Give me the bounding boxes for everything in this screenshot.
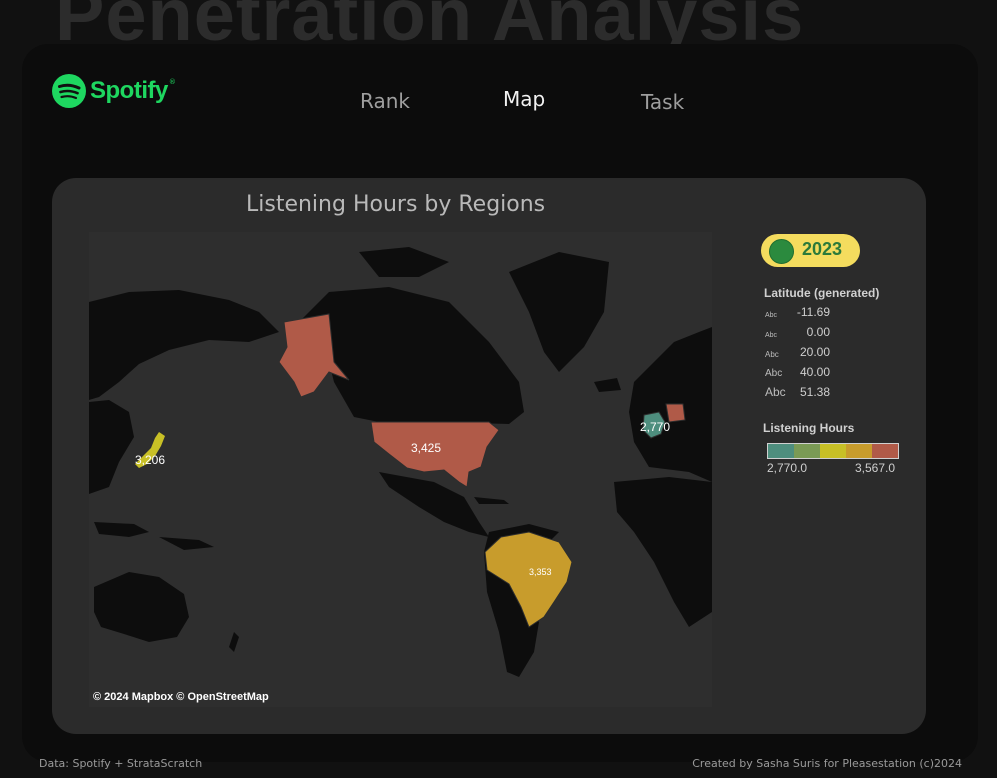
latitude-value: 40.00 <box>799 365 830 379</box>
label-united-states: 3,425 <box>411 441 441 455</box>
latitude-legend-item[interactable]: Abc 51.38 <box>765 385 845 401</box>
year-label: 2023 <box>802 239 843 259</box>
label-germany: 2,770 <box>640 420 670 434</box>
abc-size-glyph: Abc <box>765 332 778 339</box>
spotify-icon <box>52 74 86 108</box>
abc-size-glyph: Abc <box>765 385 786 399</box>
brand-name: Spotify <box>90 77 168 104</box>
latitude-value: 51.38 <box>799 385 830 399</box>
footer-credit: Created by Sasha Suris for Pleasestation… <box>692 757 962 770</box>
latitude-value: -11.69 <box>796 305 830 319</box>
color-step <box>768 444 794 458</box>
abc-size-glyph: Abc <box>765 312 778 319</box>
color-step <box>846 444 872 458</box>
latitude-value: 0.00 <box>806 325 830 339</box>
spotify-logo: Spotify ® <box>52 74 176 108</box>
brand-trademark: ® <box>168 78 176 86</box>
scale-min-label: 2,770.0 <box>767 461 808 475</box>
color-step <box>820 444 846 458</box>
listening-hours-legend-title: Listening Hours <box>763 421 855 435</box>
label-japan: 3,206 <box>135 453 165 467</box>
tab-task[interactable]: Task <box>641 90 684 114</box>
latitude-legend-item[interactable]: Abc 40.00 <box>765 365 845 381</box>
color-step <box>872 444 898 458</box>
latitude-legend-item[interactable]: Abc 20.00 <box>765 345 845 361</box>
scale-max-label: 3,567.0 <box>855 461 896 475</box>
listening-hours-color-scale[interactable] <box>767 443 899 459</box>
tab-map[interactable]: Map <box>503 87 545 111</box>
tab-rank[interactable]: Rank <box>360 89 410 113</box>
latitude-value: 20.00 <box>799 345 830 359</box>
year-toggle[interactable]: 2023 <box>761 234 860 267</box>
abc-size-glyph: Abc <box>765 350 779 359</box>
latitude-legend-item[interactable]: Abc 0.00 <box>765 325 845 341</box>
abc-size-glyph: Abc <box>765 368 783 379</box>
latitude-legend-item[interactable]: Abc -11.69 <box>765 305 845 321</box>
map-attribution[interactable]: © 2024 Mapbox © OpenStreetMap <box>93 691 269 703</box>
label-brazil: 3,353 <box>529 567 552 577</box>
latitude-legend-title: Latitude (generated) <box>764 286 880 300</box>
chart-title: Listening Hours by Regions <box>246 192 546 217</box>
color-step <box>794 444 820 458</box>
toggle-knob <box>769 239 794 264</box>
map-view[interactable]: 3,425 3,353 3,206 2,770 <box>89 232 712 707</box>
footer-data-source: Data: Spotify + StrataScratch <box>39 757 203 770</box>
world-map[interactable]: 3,425 3,353 3,206 2,770 <box>89 232 712 707</box>
